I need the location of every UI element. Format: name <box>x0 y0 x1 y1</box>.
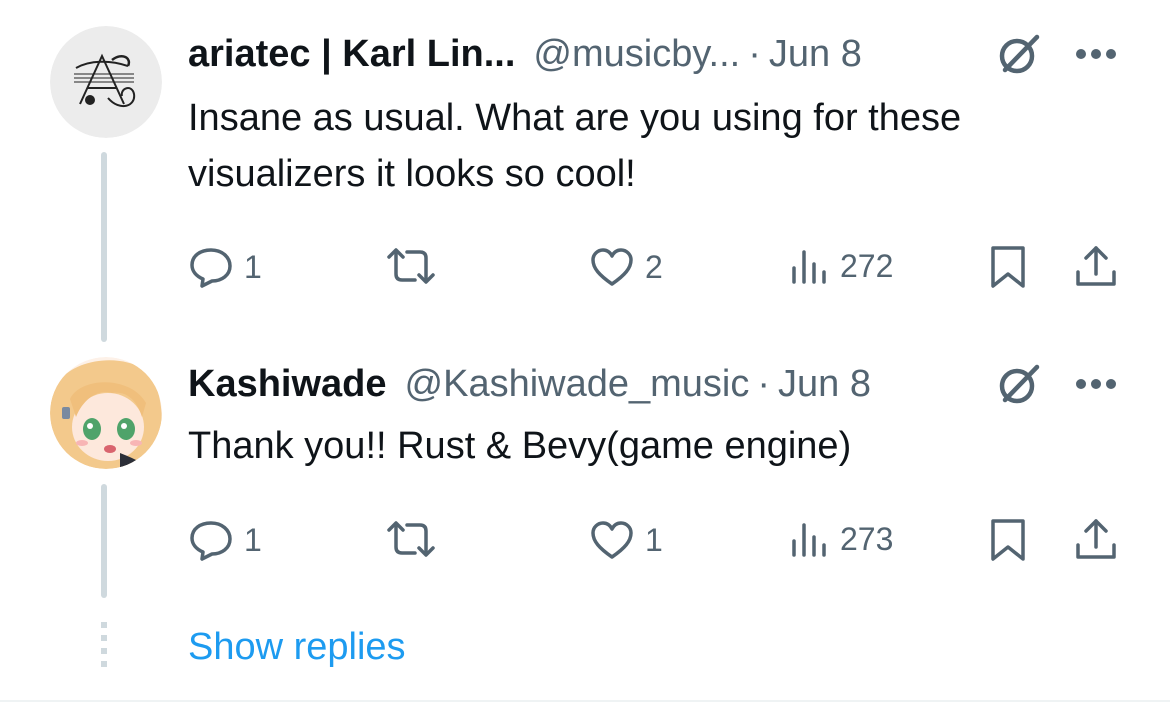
heart-icon <box>591 248 633 286</box>
share-icon <box>1076 246 1116 286</box>
reply-header: ariatec | Karl Lin... @musicby... · Jun … <box>188 29 862 79</box>
separator-dot: · <box>757 362 771 405</box>
bookmark-button[interactable] <box>988 517 1028 563</box>
more-options-icon[interactable] <box>1074 47 1118 61</box>
author-name[interactable]: ariatec | Karl Lin... <box>188 33 515 76</box>
reply-button[interactable]: 1 <box>188 246 262 288</box>
repost-icon <box>387 248 435 284</box>
bookmark-icon <box>991 519 1025 561</box>
repost-icon <box>387 521 435 557</box>
author-name[interactable]: Kashiwade <box>188 363 387 406</box>
bookmark-icon <box>991 246 1025 288</box>
reply-button[interactable]: 1 <box>188 519 262 561</box>
ornate-letter-a-logo-icon <box>50 26 162 138</box>
views-button[interactable]: 272 <box>790 246 893 286</box>
reply-text: Thank you!! Rust & Bevy(game engine) <box>188 425 852 467</box>
view-count: 272 <box>840 247 894 284</box>
heart-icon <box>591 521 633 559</box>
more-options-icon[interactable] <box>1074 377 1118 391</box>
author-handle[interactable]: @musicby... <box>533 33 740 76</box>
share-button[interactable] <box>1074 517 1118 563</box>
post-date[interactable]: Jun 8 <box>769 33 862 76</box>
divider <box>0 700 1170 702</box>
analytics-icon <box>792 523 826 557</box>
author-handle[interactable]: @Kashiwade_music <box>405 363 750 406</box>
like-count: 1 <box>645 521 663 558</box>
reply-text: Insane as usual. What are you using for … <box>188 97 972 195</box>
reply-count: 1 <box>244 521 262 558</box>
share-button[interactable] <box>1074 244 1118 290</box>
grok-icon[interactable] <box>996 31 1042 77</box>
repost-button[interactable] <box>385 246 437 286</box>
like-button[interactable]: 1 <box>589 519 663 561</box>
separator-dot: · <box>748 32 761 75</box>
thread-line <box>101 152 107 342</box>
views-button[interactable]: 273 <box>790 519 893 559</box>
reply-header: Kashiwade @Kashiwade_music · Jun 8 <box>188 359 871 409</box>
share-icon <box>1076 519 1116 559</box>
reply-count: 1 <box>244 248 262 285</box>
bookmark-button[interactable] <box>988 244 1028 290</box>
grok-icon[interactable] <box>996 361 1042 407</box>
comment-icon <box>190 521 232 561</box>
view-count: 273 <box>840 520 894 557</box>
avatar-ariatec[interactable] <box>50 26 162 138</box>
thread-dots <box>101 622 107 672</box>
show-replies-link[interactable]: Show replies <box>188 626 406 669</box>
comment-icon <box>190 248 232 288</box>
anime-girl-avatar-icon <box>50 357 162 469</box>
analytics-icon <box>792 250 826 284</box>
like-button[interactable]: 2 <box>589 246 663 288</box>
thread-line <box>101 484 107 598</box>
avatar-kashiwade[interactable] <box>50 357 162 469</box>
repost-button[interactable] <box>385 519 437 559</box>
post-date[interactable]: Jun 8 <box>778 363 871 406</box>
like-count: 2 <box>645 248 663 285</box>
